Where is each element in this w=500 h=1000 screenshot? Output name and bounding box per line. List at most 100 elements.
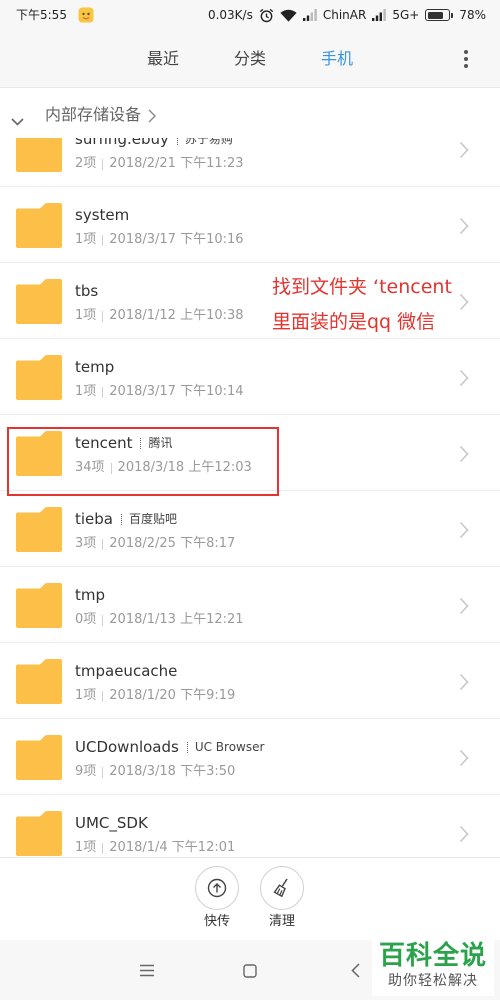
- chevron-right-icon: [459, 217, 469, 235]
- item-count: 0项: [75, 612, 97, 627]
- battery-body: [425, 9, 451, 21]
- folder-title-line: tieba 百度贴吧: [75, 509, 177, 529]
- folder-meta: 1项 2018/1/12 上午10:38: [75, 307, 244, 325]
- signal-icon: [302, 9, 317, 21]
- home-square-icon[interactable]: [242, 963, 258, 978]
- status-indicators: 0.03K/s ChinAR 5G+ 78%: [208, 0, 486, 30]
- more-vert-icon[interactable]: [462, 49, 470, 69]
- meta-separator: [102, 386, 104, 398]
- carrier-name: ChinAR: [322, 8, 367, 22]
- folder-icon: [16, 279, 62, 324]
- folder-name: tmp: [75, 586, 106, 604]
- annotation-text: 找到文件夹 ‘tencent: [272, 276, 452, 298]
- quick-transfer-circle[interactable]: [195, 866, 239, 910]
- folder-title-line: tmpaeucache: [75, 661, 177, 681]
- file-list[interactable]: surfing.ebuy 苏宁易购 2项 2018/2/21 下午11:23 syste…: [0, 138, 500, 857]
- battery-nub: [451, 12, 454, 18]
- network-type: 5G+: [392, 8, 420, 22]
- tab-phone[interactable]: 手机: [307, 48, 367, 70]
- modified-date: 2018/1/4 下午12:01: [109, 840, 236, 855]
- folder-row-tmp[interactable]: tmp 0项 2018/1/13 上午12:21: [0, 567, 500, 643]
- watermark-subtitle: 助你轻松解决: [388, 973, 478, 989]
- upload-circle-icon: [206, 877, 228, 899]
- status-bar: 下午5:55 0.03K/s ChinAR 5G+ 78%: [0, 0, 500, 30]
- meta-separator: [102, 158, 104, 170]
- tab-category[interactable]: 分类: [220, 48, 280, 70]
- modified-date: 2018/3/17 下午10:16: [109, 232, 244, 247]
- meta-separator: [102, 690, 104, 702]
- tab-recent[interactable]: 最近: [133, 48, 193, 70]
- folder-row-surfing-ebuy[interactable]: surfing.ebuy 苏宁易购 2项 2018/2/21 下午11:23: [0, 138, 500, 187]
- folder-row-system[interactable]: system 1项 2018/3/17 下午10:16: [0, 187, 500, 263]
- chevron-right-icon: [459, 445, 469, 463]
- breadcrumb-item-internal-storage[interactable]: 内部存储设备: [45, 104, 141, 126]
- folder-meta: 1项 2018/1/20 下午9:19: [75, 687, 235, 705]
- folder-row-temp[interactable]: temp 1项 2018/3/17 下午10:14: [0, 339, 500, 415]
- meta-separator: [102, 234, 104, 246]
- back-icon[interactable]: [347, 963, 363, 978]
- meta-separator: [102, 766, 104, 778]
- meta-separator: [102, 614, 104, 626]
- clean-button[interactable]: 清理: [255, 858, 309, 941]
- folder-icon: [16, 583, 62, 628]
- tag-separator: [121, 513, 122, 525]
- folder-meta: 3项 2018/2/25 下午8:17: [75, 535, 235, 553]
- item-count: 9项: [75, 764, 97, 779]
- folder-app-tag: 百度贴吧: [129, 512, 178, 526]
- folder-name: UCDownloads: [75, 738, 179, 756]
- battery-percent: 78%: [459, 8, 486, 22]
- folder-row-ucdownloads[interactable]: UCDownloads UC Browser 9项 2018/3/18 下午3:50: [0, 719, 500, 795]
- bottom-action-bar: 快传 清理: [0, 857, 500, 940]
- modified-date: 2018/1/20 下午9:19: [109, 688, 236, 703]
- folder-name: temp: [75, 358, 115, 376]
- folder-icon: [16, 355, 62, 400]
- folder-title-line: UCDownloads UC Browser: [75, 737, 264, 757]
- folder-meta: 1项 2018/3/17 下午10:14: [75, 383, 244, 401]
- top-tab-bar: 最近 分类 手机: [0, 30, 500, 88]
- chevron-right-icon: [459, 825, 469, 843]
- item-count: 1项: [75, 840, 97, 855]
- folder-app-tag: 苏宁易购: [184, 138, 233, 146]
- modified-date: 2018/3/18 下午3:50: [109, 764, 236, 779]
- chevron-right-icon: [459, 369, 469, 387]
- item-count: 3项: [75, 536, 97, 551]
- item-count: 2项: [75, 156, 97, 171]
- folder-row-umc-sdk[interactable]: UMC_SDK 1项 2018/1/4 下午12:01: [0, 795, 500, 857]
- folder-name: tmpaeucache: [75, 662, 178, 680]
- folder-name: tieba: [75, 510, 113, 528]
- tag-separator: [186, 741, 188, 753]
- folder-title-line: tbs: [75, 281, 98, 301]
- folder-meta: 9项 2018/3/18 下午3:50: [75, 763, 235, 781]
- folder-meta: 1项 2018/1/4 下午12:01: [75, 839, 235, 857]
- menu-icon[interactable]: [139, 963, 155, 978]
- folder-icon: [16, 138, 62, 172]
- highlight-box: [7, 427, 279, 496]
- status-time: 下午5:55: [16, 8, 67, 22]
- chevron-right-icon: [148, 108, 157, 123]
- chevron-right-icon: [459, 293, 469, 311]
- chevron-right-icon: [459, 749, 469, 767]
- folder-icon: [16, 735, 62, 780]
- wifi-icon: [280, 9, 297, 22]
- chevron-down-icon[interactable]: [11, 111, 24, 126]
- folder-title-line: temp: [75, 357, 114, 377]
- quick-transfer-button[interactable]: 快传: [190, 858, 244, 941]
- modified-date: 2018/2/25 下午8:17: [109, 536, 236, 551]
- watermark: 百科全说 助你轻松解决: [372, 938, 494, 996]
- folder-name: UMC_SDK: [75, 814, 148, 832]
- alarm-icon: [259, 8, 274, 23]
- chevron-right-icon: [459, 597, 469, 615]
- item-count: 1项: [75, 232, 97, 247]
- network-speed: 0.03K/s: [207, 8, 253, 22]
- annotation-text: 里面装的是qq 微信: [272, 311, 436, 333]
- folder-name: tbs: [75, 282, 99, 300]
- folder-row-tieba[interactable]: tieba 百度贴吧 3项 2018/2/25 下午8:17: [0, 491, 500, 567]
- folder-icon: [16, 203, 62, 248]
- folder-app-tag: UC Browser: [194, 740, 265, 754]
- folder-icon: [16, 507, 62, 552]
- folder-title-line: system: [75, 205, 129, 225]
- clean-circle[interactable]: [260, 866, 304, 910]
- chevron-right-icon: [459, 141, 469, 159]
- folder-row-tmpaeucache[interactable]: tmpaeucache 1项 2018/1/20 下午9:19: [0, 643, 500, 719]
- item-count: 1项: [75, 308, 97, 323]
